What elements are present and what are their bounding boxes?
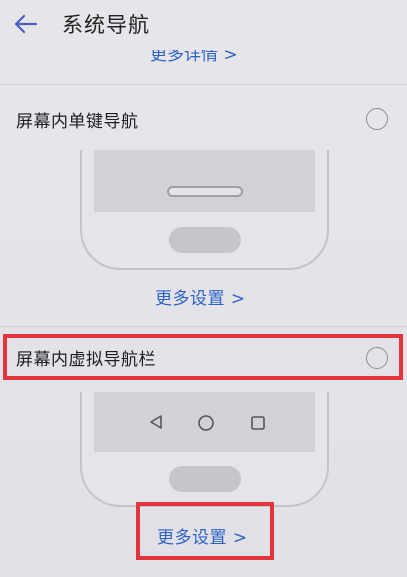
- highlight-box-option: [3, 334, 403, 380]
- system-navigation-screen: 系统导航 更多详情 > 屏幕内单键导航 更多设置 > 屏幕内虚拟导航栏 更多设置…: [0, 0, 407, 577]
- radio-single-key-navigation[interactable]: [366, 108, 388, 130]
- phone-screen: [94, 150, 315, 212]
- option-single-key-navigation[interactable]: 屏幕内单键导航: [0, 93, 407, 145]
- home-button-icon: [168, 227, 241, 253]
- page-title: 系统导航: [62, 13, 150, 37]
- virtual-nav-phone-illustration: [80, 392, 329, 507]
- navigation-pill-icon: [166, 186, 243, 197]
- app-header: 系统导航: [0, 0, 407, 48]
- more-settings-link-1[interactable]: 更多设置 >: [155, 284, 246, 309]
- single-key-phone-illustration: [80, 150, 329, 270]
- divider: [0, 326, 407, 327]
- divider: [0, 84, 407, 85]
- recent-square-icon: [251, 416, 265, 430]
- home-button-icon: [168, 466, 241, 492]
- highlight-box-more-settings: [136, 502, 274, 560]
- arrow-left-icon[interactable]: [12, 10, 40, 38]
- home-circle-icon: [198, 415, 214, 431]
- back-triangle-icon: [150, 415, 162, 429]
- option-label: 屏幕内单键导航: [16, 112, 139, 132]
